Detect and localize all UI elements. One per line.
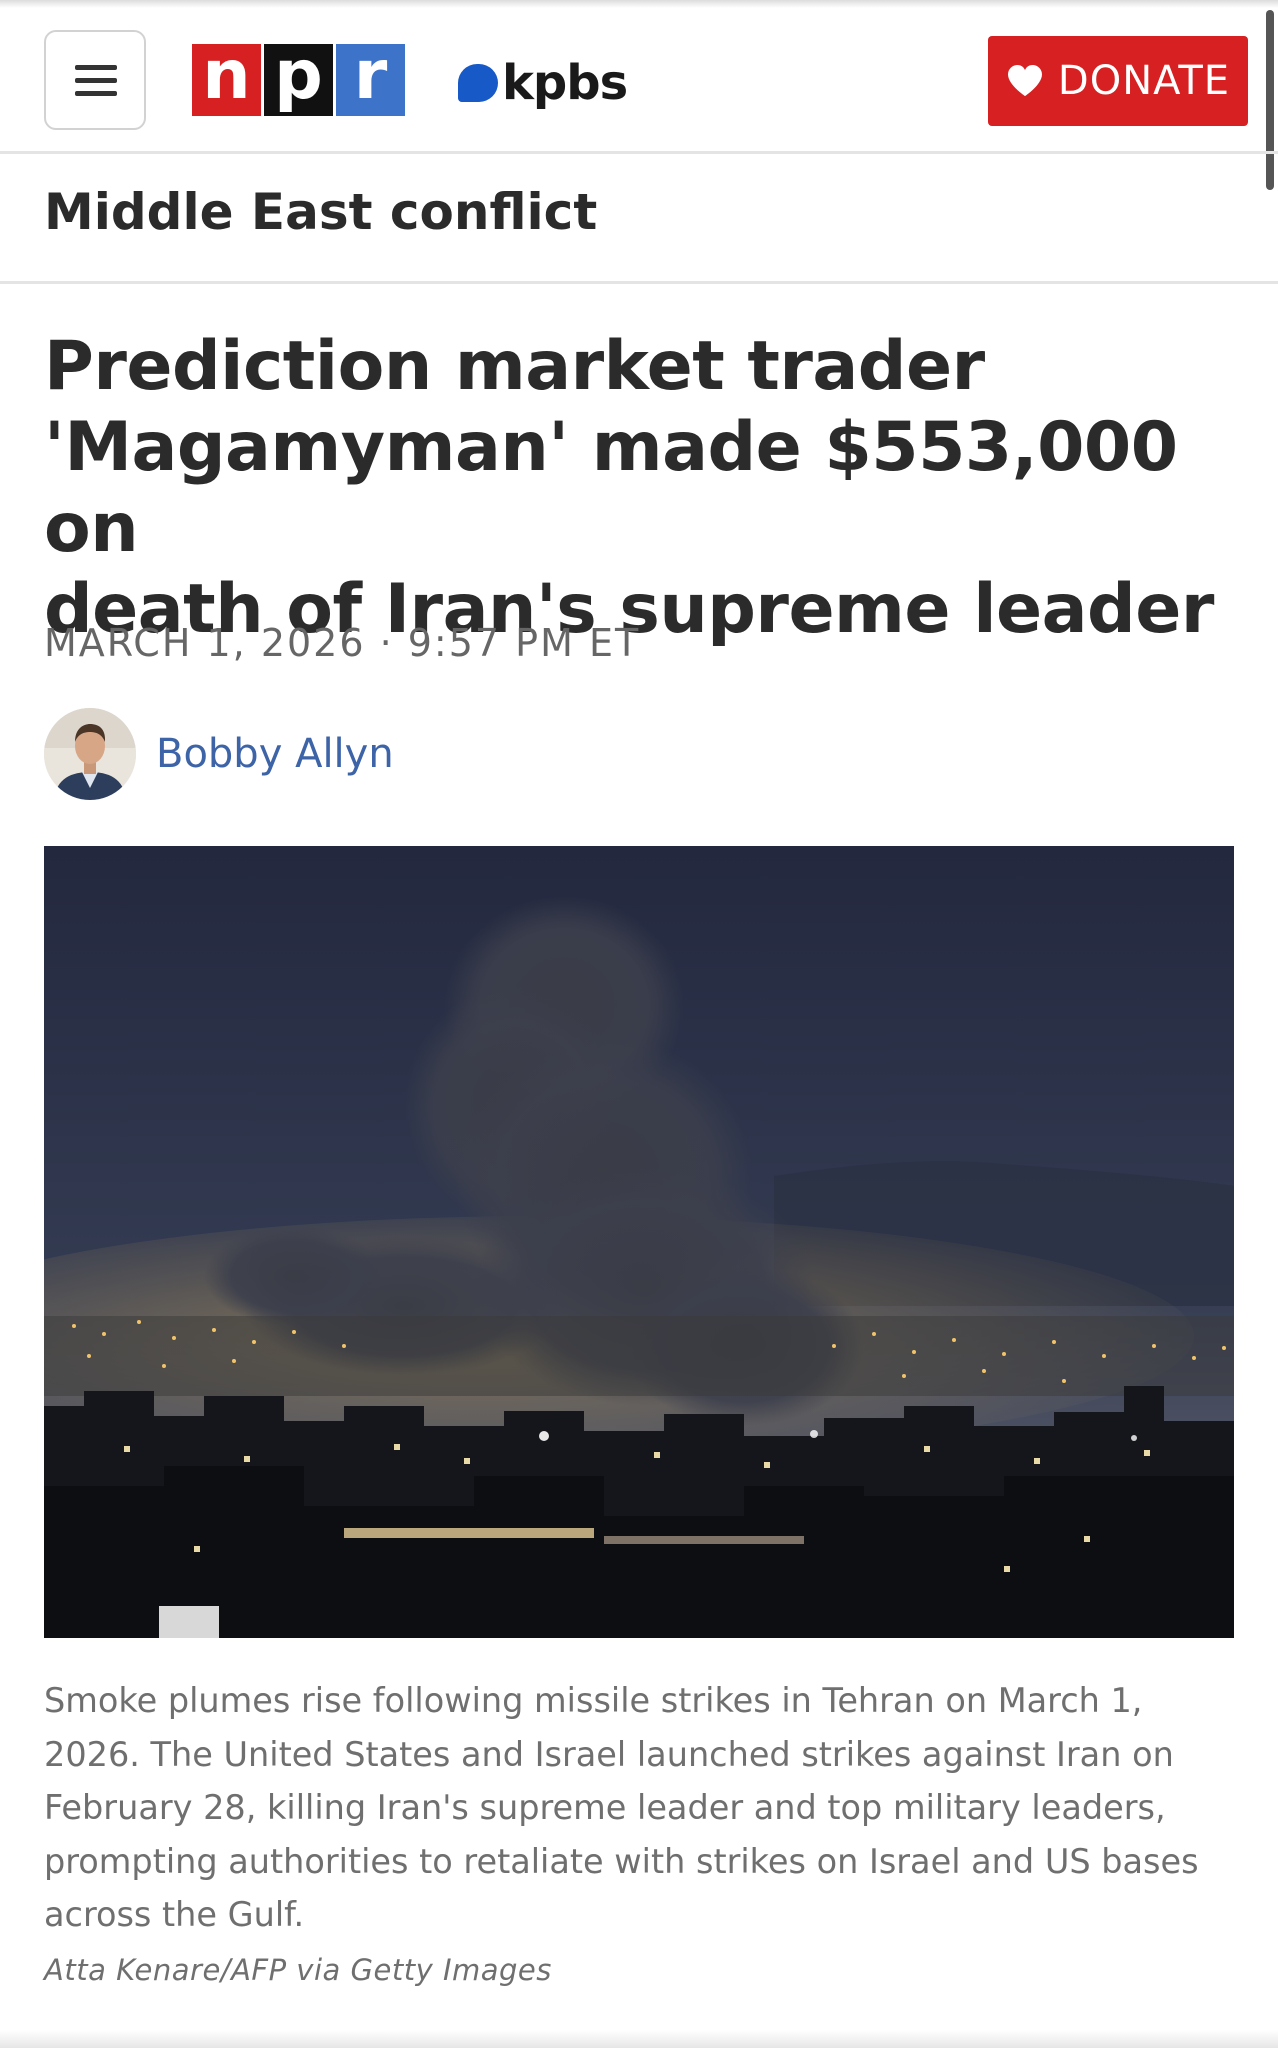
npr-logo-r: r bbox=[336, 44, 405, 116]
donate-label: DONATE bbox=[1057, 58, 1231, 104]
article-lead-photo[interactable] bbox=[44, 846, 1234, 1638]
photo-caption: Smoke plumes rise following missile stri… bbox=[44, 1674, 1244, 1942]
photo-credit: Atta Kenare/AFP via Getty Images bbox=[44, 1953, 552, 1987]
author-link[interactable]: Bobby Allyn bbox=[156, 731, 394, 777]
article-dateline: MARCH 1, 2026 · 9:57 PM ET bbox=[44, 621, 641, 665]
npr-logo-n: n bbox=[192, 44, 261, 116]
article-headline: Prediction market trader 'Magamyman' mad… bbox=[44, 326, 1234, 650]
menu-button[interactable] bbox=[44, 30, 146, 130]
caption-line: Smoke plumes rise following missile stri… bbox=[44, 1681, 1143, 1720]
headline-line: 'Magamyman' made $553,000 on bbox=[44, 408, 1178, 568]
kpbs-logo-mark bbox=[458, 64, 498, 102]
section-bar: Middle East conflict bbox=[0, 154, 1278, 284]
headline-line: Prediction market trader bbox=[44, 327, 985, 406]
npr-logo[interactable]: n p r bbox=[192, 44, 405, 116]
author-avatar[interactable] bbox=[44, 708, 136, 800]
kpbs-logo-text: kpbs bbox=[502, 55, 628, 111]
caption-line: 2026. The United States and Israel launc… bbox=[44, 1734, 1174, 1774]
article-byline: Bobby Allyn bbox=[44, 706, 394, 802]
heart-icon bbox=[1007, 64, 1042, 97]
article-page: n p r kpbs DONATE Middle East conflict P… bbox=[0, 0, 1278, 2048]
bottom-edge-shadow bbox=[0, 2030, 1278, 2048]
caption-line: across the Gulf. bbox=[44, 1895, 305, 1934]
caption-line: February 28, killing Iran's supreme lead… bbox=[44, 1788, 1166, 1827]
site-header: n p r kpbs DONATE bbox=[0, 8, 1278, 154]
donate-button[interactable]: DONATE bbox=[988, 36, 1248, 126]
top-edge-shadow bbox=[0, 0, 1278, 8]
kpbs-logo[interactable]: kpbs bbox=[458, 55, 628, 111]
caption-line: prompting authorities to retaliate with … bbox=[44, 1841, 1199, 1881]
section-title[interactable]: Middle East conflict bbox=[44, 182, 597, 242]
npr-logo-p: p bbox=[264, 44, 333, 116]
